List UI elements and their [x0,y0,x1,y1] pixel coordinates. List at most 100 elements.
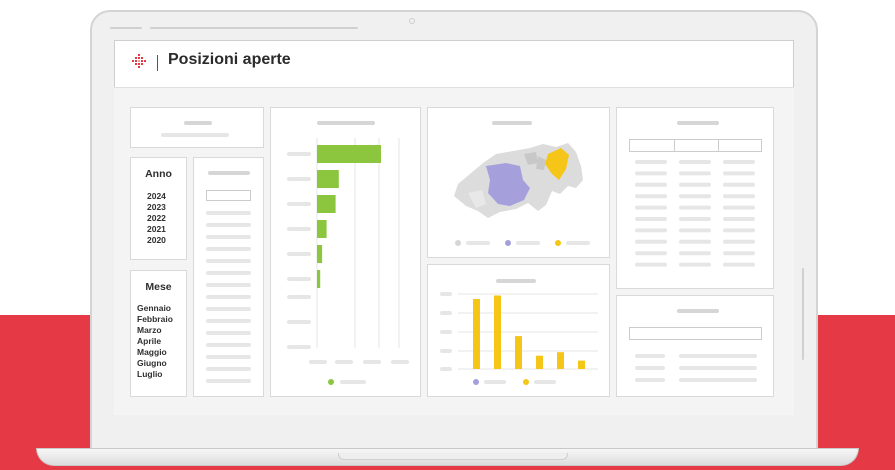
list-item[interactable] [206,235,251,239]
list-item[interactable] [206,367,251,371]
bar[interactable] [317,245,323,263]
category-label-placeholder [287,295,311,299]
legend-dot [473,379,479,385]
legend-dot-purple [505,240,511,246]
anno-option[interactable]: 2022 [147,213,166,224]
list-item[interactable] [206,271,251,275]
bar[interactable] [515,336,522,369]
mese-option[interactable]: Aprile [137,336,161,347]
list-item[interactable] [206,259,251,263]
tick-label-placeholder [309,360,327,364]
list-item[interactable] [206,247,251,251]
mese-filter-card: Mese Gennaio Febbraio Marzo Aprile Maggi… [130,270,187,397]
anno-option[interactable]: 2021 [147,224,166,235]
tick-label-placeholder [335,360,353,364]
summary-row-value [679,354,757,358]
y-tick-placeholder [440,330,452,334]
list-item[interactable] [206,283,251,287]
legend-label-placeholder [466,241,490,245]
table-cell-placeholder [679,160,711,164]
mese-option[interactable]: Marzo [137,325,162,336]
bar[interactable] [557,352,564,369]
category-label-placeholder [287,177,311,181]
table-cell-placeholder [635,251,667,256]
bar[interactable] [317,220,327,238]
y-tick-placeholder [440,367,452,371]
camera-icon [409,18,415,24]
horizontal-bar-chart [287,138,409,385]
y-tick-placeholder [440,311,452,315]
tick-label-placeholder [391,360,409,364]
table-cell-placeholder [635,182,667,187]
table-cell-placeholder [635,262,667,267]
list-item[interactable] [206,307,251,311]
bar[interactable] [317,170,339,188]
table-cell-placeholder [723,205,755,210]
kpi-card [130,107,264,148]
summary-title-placeholder [677,309,719,313]
summary-input[interactable] [629,327,762,340]
summary-row-value [679,366,757,370]
mese-option[interactable]: Gennaio [137,303,171,314]
legend-label-placeholder [340,380,366,384]
bar[interactable] [317,195,336,213]
list-item[interactable] [206,343,251,347]
switzerland-map[interactable] [428,108,611,259]
table-cell-placeholder [679,228,711,233]
summary-card [616,295,774,397]
list-item[interactable] [206,331,251,335]
summary-row-value [679,378,757,382]
anno-option[interactable]: 2023 [147,202,166,213]
table-card [616,107,774,289]
table-cell-placeholder [679,194,711,199]
list-title-placeholder [208,171,250,175]
list-item[interactable] [206,295,251,299]
list-item[interactable] [206,223,251,227]
kpi-title-placeholder [184,121,212,125]
table-rows [635,160,755,267]
bar[interactable] [473,299,480,369]
table-cell-placeholder [679,251,711,256]
bar[interactable] [494,295,501,370]
table-cell-placeholder [723,182,755,187]
bar[interactable] [317,270,321,288]
mese-option[interactable]: Maggio [137,347,167,358]
table-cell-placeholder [635,205,667,210]
table-cell-placeholder [635,239,667,244]
mese-option[interactable]: Luglio [137,369,163,380]
summary-row-label [635,366,665,370]
app-header: Posizioni aperte [114,40,794,88]
header-separator [157,55,158,71]
table-cell-placeholder [679,205,711,210]
y-tick-placeholder [440,349,452,353]
bar[interactable] [317,145,381,163]
scrollbar[interactable] [802,268,804,360]
legend-label-placeholder [566,241,590,245]
table-cell-placeholder [723,160,755,164]
mese-option[interactable]: Giugno [137,358,167,369]
category-label-placeholder [287,202,311,206]
tick-label-placeholder [363,360,381,364]
legend-label-placeholder [484,380,506,384]
lid-speaker-line [150,27,358,29]
table-cell-placeholder [679,182,711,187]
table-cell-placeholder [635,171,667,176]
bar[interactable] [536,355,543,369]
table-cell-placeholder [723,262,755,267]
anno-option[interactable]: 2024 [147,191,166,202]
bar[interactable] [578,360,585,369]
anno-option[interactable]: 2020 [147,235,166,246]
mese-filter-title: Mese [145,281,172,293]
table-cell-placeholder [635,160,667,164]
legend-dot [523,379,529,385]
list-item[interactable] [206,319,251,323]
legend-label-placeholder [516,241,540,245]
list-search-input[interactable] [206,190,251,201]
list-item[interactable] [206,355,251,359]
category-label-placeholder [287,227,311,231]
mese-option[interactable]: Febbraio [137,314,173,325]
list-item[interactable] [206,379,251,383]
list-item[interactable] [206,211,251,215]
legend-dot-gray [455,240,461,246]
summary-row-label [635,354,665,358]
